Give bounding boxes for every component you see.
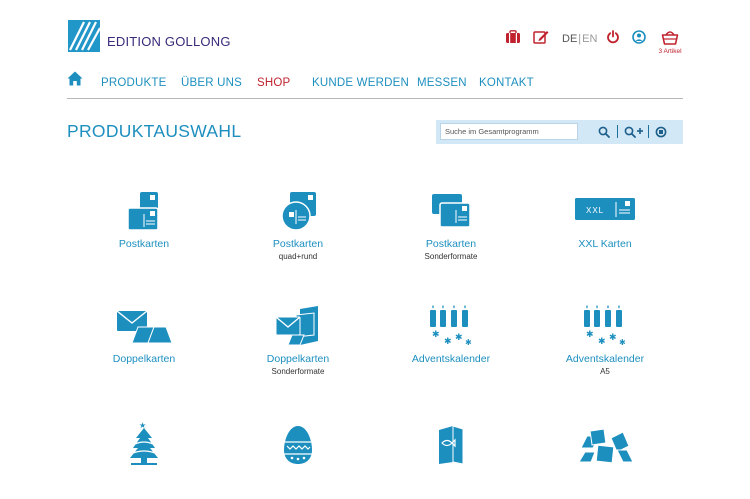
product-doppelkarten[interactable]: Doppelkarten — [79, 305, 209, 365]
easter-egg-icon — [284, 426, 312, 464]
brand-logo[interactable]: EDITION GOLLONG — [68, 20, 231, 52]
main-navigation: PRODUKTE ÜBER UNS SHOP KUNDE WERDEN MESS… — [67, 71, 683, 99]
svg-text:★: ★ — [139, 421, 146, 430]
product-sublabel: Sonderformate — [271, 367, 325, 376]
search-icon[interactable] — [596, 124, 612, 140]
svg-text:✱: ✱ — [455, 333, 463, 343]
product-sublabel: quad+rund — [278, 252, 318, 261]
product-christmas[interactable]: ★ — [79, 420, 209, 472]
christmas-tree-icon: ★ — [130, 421, 158, 465]
nav-item-kontakt[interactable]: KONTAKT — [479, 77, 534, 89]
language-switch: DE|EN — [562, 33, 598, 45]
cart-item-count: 3 Artikel — [658, 48, 682, 55]
product-label: Doppelkarten — [112, 353, 176, 365]
search-divider — [617, 125, 618, 138]
fish-card-icon — [439, 425, 464, 465]
svg-text:✱: ✱ — [432, 330, 440, 340]
search-bar — [436, 120, 683, 144]
nav-item-kunde-werden[interactable]: KUNDE WERDEN — [312, 77, 409, 89]
user-account-icon[interactable] — [632, 30, 646, 44]
reset-search-icon[interactable] — [653, 124, 669, 140]
card-set-icon — [578, 428, 633, 464]
advent-calendar-a5-icon: ✱ ✱ ✱ ✱ — [584, 305, 626, 347]
postcards-special-icon — [432, 194, 471, 228]
postcards-round-icon — [281, 192, 316, 231]
product-postkarten[interactable]: Postkarten — [79, 190, 209, 250]
lang-de-link[interactable]: DE — [562, 33, 577, 45]
product-sublabel: A5 — [600, 367, 610, 376]
lang-en-link[interactable]: EN — [582, 33, 597, 45]
search-input[interactable] — [440, 123, 578, 140]
double-card-special-icon — [275, 306, 318, 346]
nav-item-shop[interactable]: SHOP — [252, 77, 295, 94]
svg-text:✱: ✱ — [609, 333, 617, 343]
product-adventskalender-a5[interactable]: ✱ ✱ ✱ ✱ Adventskalender A5 — [540, 303, 670, 376]
product-postkarten-sonderformate[interactable]: Postkarten Sonderformate — [386, 190, 516, 261]
product-doppelkarten-sonderformate[interactable]: Doppelkarten Sonderformate — [233, 305, 363, 376]
svg-text:XXL: XXL — [586, 206, 604, 215]
product-label: Postkarten — [118, 238, 170, 250]
svg-text:✱: ✱ — [586, 330, 594, 340]
product-religious[interactable] — [386, 424, 516, 472]
search-divider — [648, 125, 649, 138]
home-icon[interactable] — [67, 71, 83, 86]
product-easter[interactable] — [233, 424, 363, 472]
product-xxl-karten[interactable]: XXL XXL Karten — [540, 190, 670, 250]
advent-calendar-icon: ✱ ✱ ✱ ✱ — [430, 305, 472, 347]
product-sublabel: Sonderformate — [424, 252, 478, 261]
advanced-search-icon[interactable] — [623, 124, 645, 140]
svg-text:✱: ✱ — [619, 338, 626, 347]
product-label: Doppelkarten — [266, 353, 330, 365]
shopping-basket-icon[interactable] — [661, 29, 679, 45]
briefcase-icon[interactable] — [505, 30, 521, 44]
power-icon[interactable] — [606, 30, 620, 44]
product-label: Adventskalender — [411, 353, 491, 365]
product-label: Postkarten — [425, 238, 477, 250]
page-title: PRODUKTAUSWAHL — [67, 121, 242, 141]
svg-text:✱: ✱ — [465, 338, 472, 347]
product-postkarten-quad-rund[interactable]: Postkarten quad+rund — [233, 190, 363, 261]
xxl-card-icon: XXL — [575, 198, 635, 220]
nav-item-messen[interactable]: MESSEN — [417, 77, 467, 89]
nav-item-produkte[interactable]: PRODUKTE — [101, 77, 167, 89]
svg-text:✱: ✱ — [598, 337, 606, 347]
nav-item-ueber-uns[interactable]: ÜBER UNS — [181, 77, 242, 89]
product-label: XXL Karten — [578, 238, 632, 250]
logo-mark-icon — [68, 20, 100, 52]
product-adventskalender[interactable]: ✱ ✱ ✱ ✱ Adventskalender — [386, 303, 516, 365]
brand-name: EDITION GOLLONG — [107, 33, 231, 49]
product-label: Adventskalender — [565, 353, 645, 365]
postcards-icon — [127, 192, 159, 231]
product-sets[interactable] — [540, 426, 670, 472]
double-card-icon — [116, 310, 173, 344]
edit-note-icon[interactable] — [533, 30, 549, 44]
svg-text:✱: ✱ — [444, 337, 452, 347]
product-label: Postkarten — [272, 238, 324, 250]
